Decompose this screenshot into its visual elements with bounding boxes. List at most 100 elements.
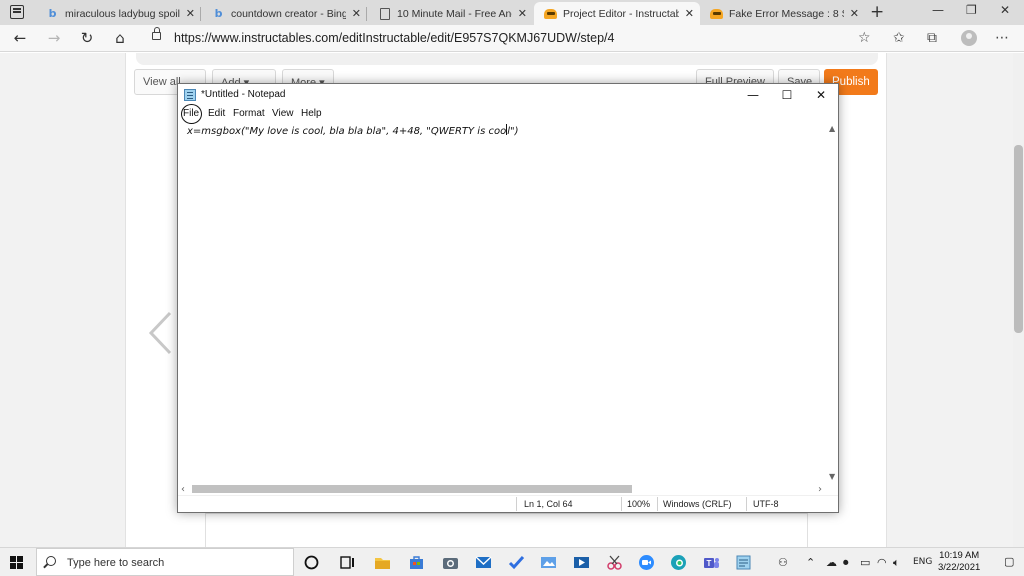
tab-project-editor[interactable]: Project Editor - Instructables ✕ xyxy=(534,2,700,25)
clock-time: 10:19 AM xyxy=(939,550,980,561)
close-tab-icon[interactable]: ✕ xyxy=(518,7,527,20)
browser-toolbar: ← → ↻ ⌂ https://www.instructables.com/ed… xyxy=(0,25,1024,52)
scroll-right-icon[interactable]: › xyxy=(818,484,822,495)
back-icon[interactable]: ← xyxy=(10,29,30,47)
todo-icon[interactable] xyxy=(508,554,525,571)
scroll-down-icon[interactable]: ▼ xyxy=(829,472,835,481)
cortana-icon[interactable] xyxy=(303,554,320,571)
close-tab-icon[interactable]: ✕ xyxy=(352,7,361,20)
notepad-menu-bar: File Edit Format View Help xyxy=(178,104,838,124)
menu-format[interactable]: Format xyxy=(233,108,265,119)
file-explorer-icon[interactable] xyxy=(374,554,391,571)
browser-tab-strip: b miraculous ladybug spoilers - ✕ b coun… xyxy=(0,0,1024,25)
notepad-status-bar: Ln 1, Col 64 100% Windows (CRLF) UTF-8 xyxy=(178,495,838,512)
zoom-icon[interactable] xyxy=(638,554,655,571)
refresh-icon[interactable]: ↻ xyxy=(77,29,97,47)
close-tab-icon[interactable]: ✕ xyxy=(850,7,859,20)
notepad-content: x=msgbox("My love is cool, bla bla bla",… xyxy=(187,124,519,137)
search-icon xyxy=(46,556,56,566)
favorites-list-icon[interactable]: ✩ xyxy=(893,30,905,46)
notepad-text-area[interactable]: x=msgbox("My love is cool, bla bla bla",… xyxy=(180,122,836,482)
lock-icon[interactable] xyxy=(152,27,161,40)
svg-text:T: T xyxy=(707,559,712,568)
page-scrollbar-thumb[interactable] xyxy=(1014,145,1023,333)
encoding: UTF-8 xyxy=(753,499,779,509)
minimize-icon[interactable]: — xyxy=(738,86,768,104)
collections-icon[interactable]: ⧉ xyxy=(927,30,937,46)
bing-icon: b xyxy=(48,7,57,20)
address-bar[interactable]: https://www.instructables.com/editInstru… xyxy=(174,31,614,45)
wifi-icon[interactable]: ◠ xyxy=(877,556,887,569)
new-tab-button[interactable]: + xyxy=(870,2,884,22)
menu-view[interactable]: View xyxy=(272,108,294,119)
tab-fake-error-message[interactable]: Fake Error Message : 8 Steps ✕ xyxy=(700,2,865,25)
notepad-title-bar[interactable]: *Untitled - Notepad — ☐ ✕ xyxy=(178,84,838,106)
close-icon[interactable]: ✕ xyxy=(1000,3,1010,17)
notepad-icon xyxy=(184,89,196,101)
scroll-left-icon[interactable]: ‹ xyxy=(181,484,185,495)
previous-step-arrow-icon[interactable] xyxy=(148,311,172,355)
home-icon[interactable]: ⌂ xyxy=(110,29,130,47)
windows-taskbar: Type here to search T ⚇ ⌃ ☁ ⏺ ▭ ◠ 🔈︎ ENG… xyxy=(0,547,1024,576)
bing-icon: b xyxy=(214,7,223,20)
profile-avatar[interactable] xyxy=(961,30,977,46)
instructables-robot-icon xyxy=(710,7,723,20)
onedrive-cloud-icon[interactable]: ☁ xyxy=(826,556,837,569)
people-icon[interactable]: ⚇ xyxy=(778,556,788,569)
notifications-icon[interactable]: ▢ xyxy=(1004,555,1014,568)
menu-edit[interactable]: Edit xyxy=(208,108,225,119)
page-top-panel xyxy=(136,53,878,65)
taskbar-search-box[interactable]: Type here to search xyxy=(36,548,294,576)
notepad-window: *Untitled - Notepad — ☐ ✕ File Edit Form… xyxy=(177,83,839,513)
notepad-icon[interactable] xyxy=(735,554,752,571)
tab-title: 10 Minute Mail - Free Anonym xyxy=(397,7,512,20)
close-icon[interactable]: ✕ xyxy=(806,86,836,104)
battery-icon[interactable]: ▭ xyxy=(860,556,870,569)
movies-icon[interactable] xyxy=(573,554,590,571)
store-icon[interactable] xyxy=(408,554,425,571)
mail-icon[interactable] xyxy=(475,554,492,571)
notepad-horizontal-scrollbar[interactable]: ‹ › xyxy=(178,483,828,495)
tab-title: miraculous ladybug spoilers - xyxy=(65,7,180,20)
line-endings: Windows (CRLF) xyxy=(663,499,732,509)
page-icon xyxy=(378,7,391,20)
notepad-title: *Untitled - Notepad xyxy=(201,89,286,100)
edge-icon[interactable] xyxy=(670,554,687,571)
forward-icon[interactable]: → xyxy=(44,29,64,47)
search-placeholder: Type here to search xyxy=(67,557,165,569)
task-view-icon[interactable] xyxy=(339,554,356,571)
menu-help[interactable]: Help xyxy=(301,108,322,119)
volume-icon[interactable]: 🔈︎ xyxy=(893,556,900,570)
close-tab-icon[interactable]: ✕ xyxy=(186,7,195,20)
close-tab-icon[interactable]: ✕ xyxy=(685,7,694,20)
show-hidden-icons-icon[interactable]: ⌃ xyxy=(806,556,815,569)
tab-miraculous-ladybug[interactable]: b miraculous ladybug spoilers - ✕ xyxy=(36,2,201,25)
teams-icon[interactable]: T xyxy=(703,554,720,571)
restore-icon[interactable]: ❐ xyxy=(966,3,977,17)
camera-icon[interactable] xyxy=(442,554,459,571)
tab-countdown-creator[interactable]: b countdown creator - Bing ✕ xyxy=(202,2,367,25)
tab-title: Project Editor - Instructables xyxy=(563,7,679,20)
step-editor-area xyxy=(205,513,808,547)
clock-date: 3/22/2021 xyxy=(938,562,981,573)
snip-icon[interactable] xyxy=(606,554,623,571)
notepad-vertical-scrollbar[interactable]: ▲ ▼ xyxy=(828,122,838,484)
windows-start-icon[interactable] xyxy=(10,556,23,569)
scroll-up-icon[interactable]: ▲ xyxy=(829,124,835,133)
tab-title: Fake Error Message : 8 Steps xyxy=(729,7,844,20)
maximize-icon[interactable]: ☐ xyxy=(772,86,802,104)
cursor-position: Ln 1, Col 64 xyxy=(524,499,573,509)
language-indicator[interactable]: ENG xyxy=(913,557,932,567)
tab-actions-menu-icon[interactable] xyxy=(10,5,24,19)
minimize-icon[interactable]: — xyxy=(932,3,944,17)
clock[interactable]: 10:19 AM 3/22/2021 xyxy=(938,550,980,574)
tab-10-minute-mail[interactable]: 10 Minute Mail - Free Anonym ✕ xyxy=(368,2,533,25)
microphone-icon[interactable]: ⏺ xyxy=(843,556,849,570)
instructables-robot-icon xyxy=(544,7,557,20)
tab-title: countdown creator - Bing xyxy=(231,7,346,20)
more-options-icon[interactable]: ⋯ xyxy=(995,30,1009,46)
photos-icon[interactable] xyxy=(540,554,557,571)
favorite-star-icon[interactable]: ☆ xyxy=(858,30,871,46)
zoom-level: 100% xyxy=(627,499,651,509)
horizontal-scroll-thumb[interactable] xyxy=(192,485,632,493)
